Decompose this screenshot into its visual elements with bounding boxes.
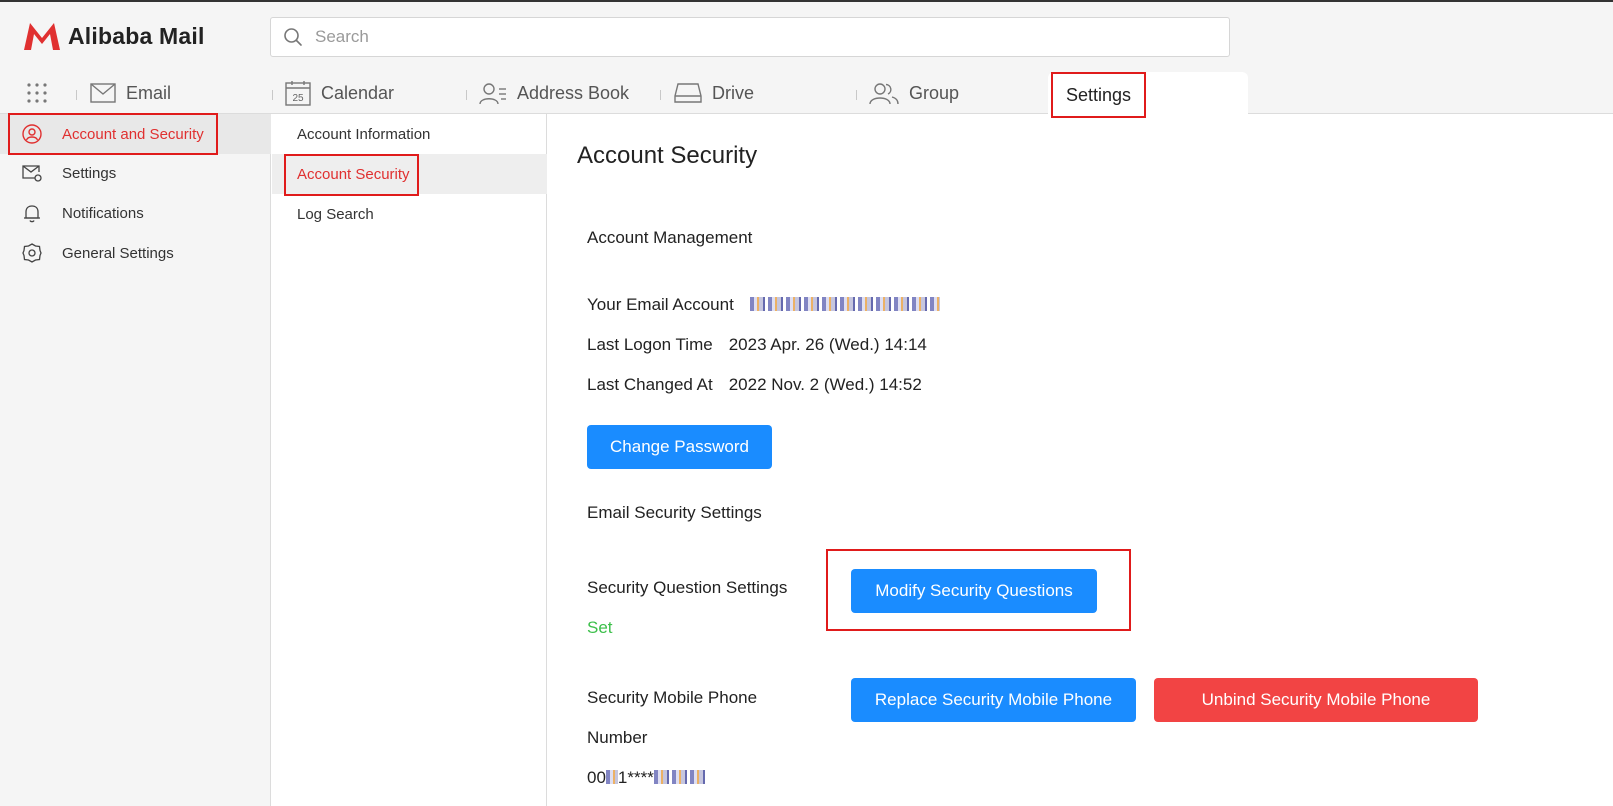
alibaba-mail-logo-icon <box>24 23 60 50</box>
calendar-icon: 25 <box>285 81 311 106</box>
search-input[interactable] <box>315 27 1195 47</box>
nav-separator <box>76 90 77 100</box>
nav-tab-calendar[interactable]: 25 Calendar <box>285 72 394 114</box>
sidebar-item-settings[interactable]: Settings <box>0 153 271 193</box>
nav-separator <box>660 90 661 100</box>
nav-tab-address-book[interactable]: Address Book <box>479 72 629 114</box>
svg-text:25: 25 <box>292 93 304 104</box>
contacts-icon <box>479 83 506 105</box>
nav-separator <box>466 90 467 100</box>
last-changed-value: 2022 Nov. 2 (Wed.) 14:52 <box>728 375 922 394</box>
nav-tab-label: Address Book <box>517 82 630 103</box>
sidebar-item-notifications[interactable]: Notifications <box>0 193 271 233</box>
subnav-item-label: Account Information <box>297 125 431 143</box>
security-question-status: Set <box>587 618 613 637</box>
sub-navigation: Account Information Account Security Log… <box>272 114 547 806</box>
section-title-email-security: Email Security Settings <box>587 503 762 522</box>
sidebar: Account and Security Settings Notificati… <box>0 114 271 806</box>
email-account-value-blurred <box>749 297 940 311</box>
phone-prefix: 00 <box>587 768 606 787</box>
sidebar-item-label: General Settings <box>62 244 174 262</box>
nav-tab-label: Group <box>909 82 960 103</box>
nav-separator <box>272 90 273 100</box>
nav-tab-label: Email <box>126 82 172 103</box>
last-logon-label: Last Logon Time <box>587 335 713 354</box>
search-icon <box>284 28 302 46</box>
email-account-row: Your Email Account <box>587 295 940 315</box>
page-title: Account Security <box>577 142 758 169</box>
logo[interactable]: Alibaba Mail <box>22 20 205 52</box>
nav-tab-label: Drive <box>712 82 755 103</box>
bell-icon <box>24 205 40 223</box>
subnav-item-account-information[interactable]: Account Information <box>272 114 547 154</box>
subnav-item-log-search[interactable]: Log Search <box>272 194 547 234</box>
group-icon <box>869 83 899 105</box>
sidebar-item-label: Notifications <box>62 204 144 222</box>
last-changed-label: Last Changed At <box>587 375 713 394</box>
main-content: Account Security Account Management Your… <box>548 114 1613 806</box>
last-logon-value: 2023 Apr. 26 (Wed.) 14:14 <box>728 335 927 354</box>
nav-tab-email[interactable]: Email <box>90 72 171 114</box>
sidebar-item-label: Settings <box>62 164 117 182</box>
drive-icon <box>674 83 702 103</box>
security-phone-value: 00 1**** <box>587 768 708 788</box>
security-question-label: Security Question Settings <box>587 578 788 597</box>
last-changed-row: Last Changed At 2022 Nov. 2 (Wed.) 14:52 <box>587 375 922 395</box>
search-bar[interactable] <box>270 17 1230 57</box>
app-header: Alibaba Mail Email <box>0 2 1613 118</box>
nav-separator <box>856 90 857 100</box>
security-phone-label-line2: Number <box>587 728 648 747</box>
main-nav: Email 25 Calendar Address Book Drive Gro… <box>0 72 1613 118</box>
nav-tab-group[interactable]: Group <box>869 72 959 114</box>
change-password-button[interactable]: Change Password <box>587 425 772 469</box>
nav-tab-drive[interactable]: Drive <box>674 72 754 114</box>
last-logon-row: Last Logon Time 2023 Apr. 26 (Wed.) 14:1… <box>587 335 927 355</box>
highlight-box-modify-security <box>826 549 1131 631</box>
replace-security-phone-button[interactable]: Replace Security Mobile Phone <box>851 678 1136 722</box>
email-account-label: Your Email Account <box>587 295 734 314</box>
mail-settings-icon <box>22 165 42 182</box>
phone-digits-blurred <box>605 770 618 784</box>
phone-masked: 1**** <box>617 768 654 787</box>
unbind-security-phone-button[interactable]: Unbind Security Mobile Phone <box>1154 678 1478 722</box>
nav-tab-settings[interactable]: Settings <box>1051 72 1146 118</box>
sidebar-item-general-settings[interactable]: General Settings <box>0 233 271 273</box>
highlight-box-sidebar <box>8 113 218 155</box>
gear-icon <box>22 243 42 263</box>
security-phone-label-line1: Security Mobile Phone <box>587 688 758 707</box>
logo-text: Alibaba Mail <box>68 22 205 49</box>
apps-grid-icon[interactable] <box>26 82 48 104</box>
phone-digits-blurred <box>653 770 708 784</box>
subnav-item-label: Log Search <box>297 205 374 223</box>
nav-tab-label: Settings <box>1065 84 1132 105</box>
highlight-box-subnav <box>284 154 419 196</box>
section-title-account-management: Account Management <box>587 228 753 247</box>
envelope-icon <box>90 83 116 103</box>
nav-tab-label: Calendar <box>321 82 395 103</box>
